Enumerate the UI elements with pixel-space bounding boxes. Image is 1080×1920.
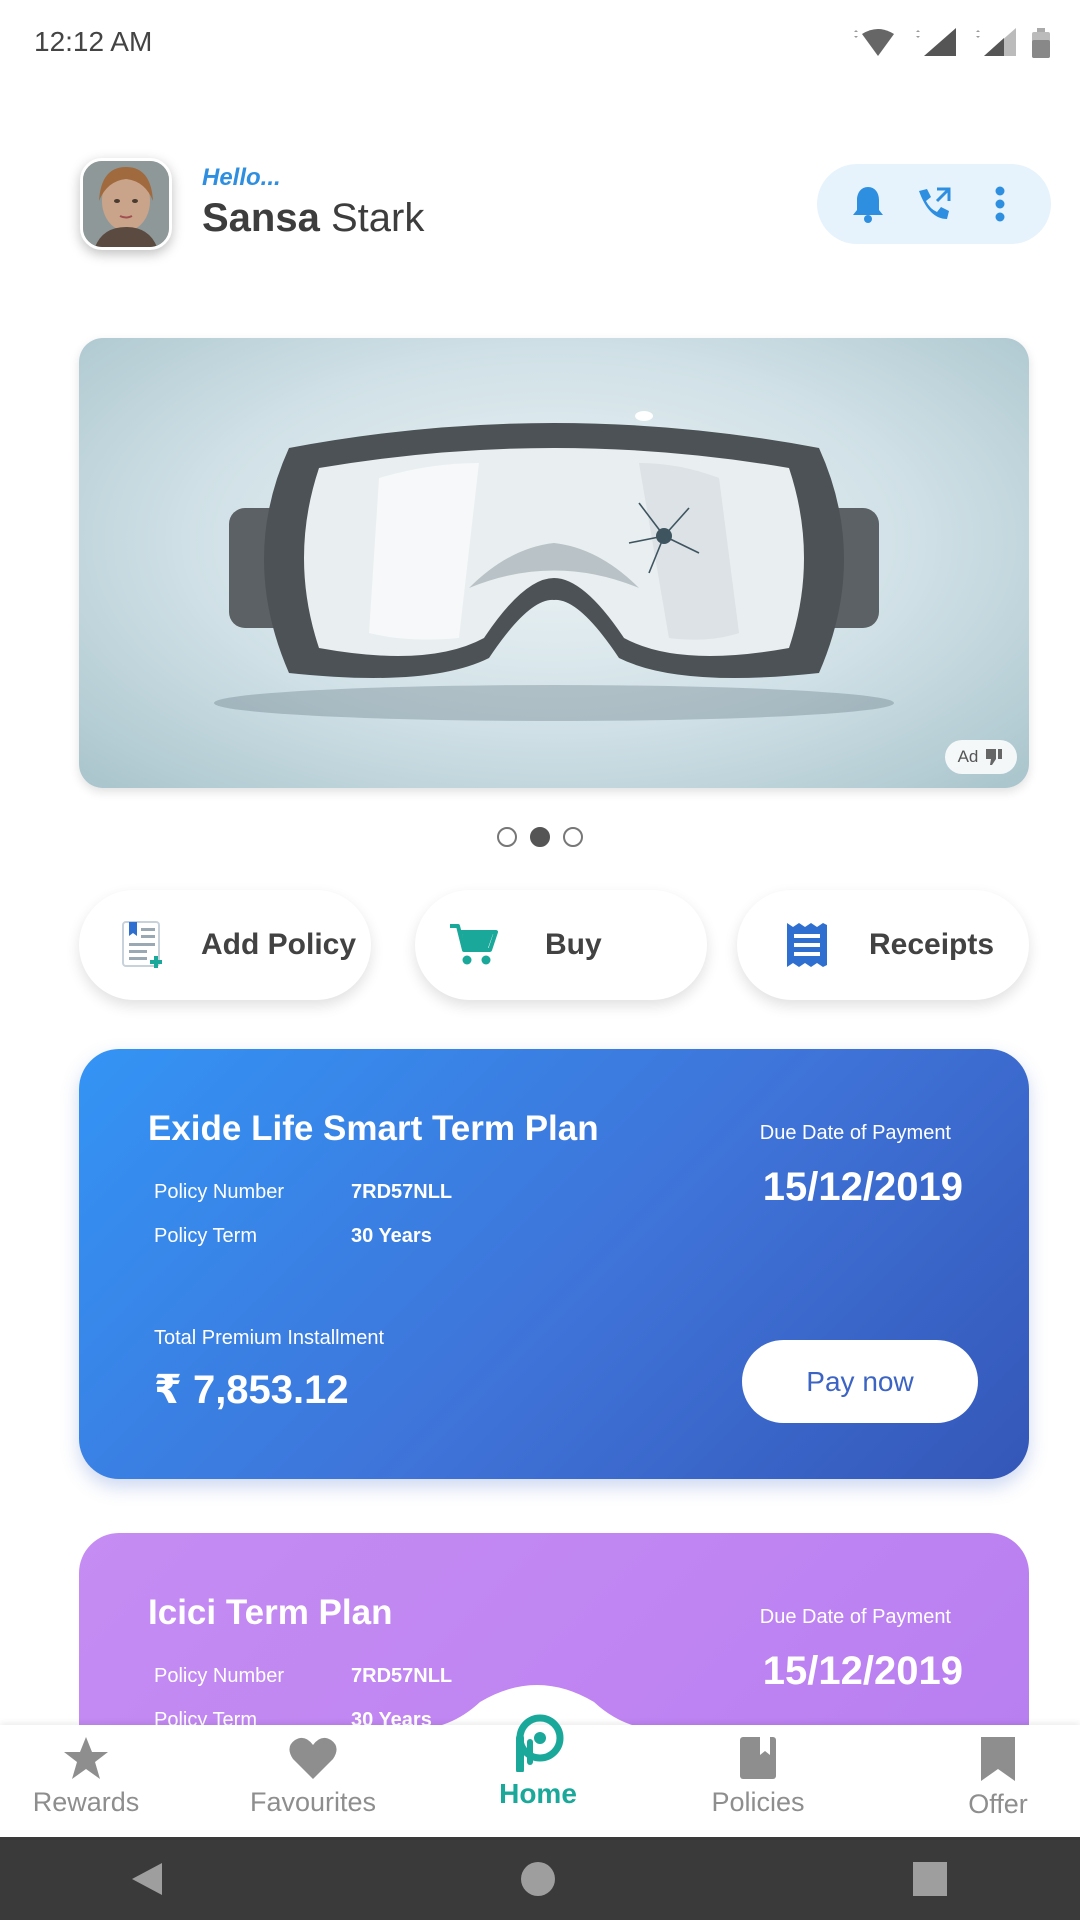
notifications-button[interactable]: [843, 179, 893, 229]
carousel-dot[interactable]: [563, 827, 583, 847]
add-document-icon: [115, 917, 171, 973]
ad-label: Ad: [957, 747, 979, 766]
user-name: Sansa Stark: [202, 196, 424, 241]
carousel-dot-active[interactable]: [530, 827, 550, 847]
policy-card[interactable]: Exide Life Smart Term Plan Policy Number…: [79, 1049, 1029, 1479]
receipt-icon: [779, 917, 835, 973]
bookmark-icon: [981, 1737, 1015, 1781]
policy-number-label: Policy Number: [154, 1181, 285, 1203]
status-bar: 12:12 AM: [0, 0, 1080, 88]
user-last-name: Stark: [330, 196, 425, 240]
due-date-label: Due Date of Payment: [759, 1606, 951, 1628]
back-icon[interactable]: [130, 1861, 164, 1897]
system-navigation-bar: [0, 1837, 1080, 1920]
cart-icon: [445, 917, 501, 973]
total-premium-amount: ₹ 7,853.12: [154, 1368, 349, 1412]
header-actions: [817, 164, 1051, 244]
status-time: 12:12 AM: [34, 26, 153, 57]
pay-now-button[interactable]: Pay now: [742, 1340, 978, 1423]
carousel-indicator: [497, 827, 583, 847]
nav-favourites[interactable]: Favourites: [240, 1735, 386, 1818]
home-logo-icon: [516, 1714, 564, 1772]
wifi-icon: [854, 29, 894, 56]
book-icon: [740, 1737, 776, 1779]
add-policy-label: Add Policy: [201, 928, 357, 961]
home-screen: 12:12 AM Hello... Sansa Stark Ad Add Pol…: [0, 0, 1080, 1920]
policy-title: Icici Term Plan: [148, 1593, 393, 1632]
signal-icon: [916, 28, 956, 56]
total-premium-label: Total Premium Installment: [154, 1327, 385, 1349]
add-policy-button[interactable]: Add Policy: [79, 890, 371, 1000]
nav-home[interactable]: Home: [488, 1712, 588, 1810]
thumbs-down-icon: [986, 749, 1003, 765]
more-vert-icon: [995, 186, 1005, 222]
more-options-button[interactable]: [975, 179, 1025, 229]
avatar-photo: [83, 161, 169, 247]
nav-rewards[interactable]: Rewards: [28, 1735, 144, 1818]
policy-term-label: Policy Term: [154, 1225, 257, 1247]
bell-icon: [853, 187, 883, 223]
policy-number-value: 7RD57NLL: [351, 1181, 453, 1203]
receipts-label: Receipts: [869, 928, 995, 961]
buy-button[interactable]: Buy: [415, 890, 707, 1000]
nav-offer-label: Offer: [968, 1789, 1028, 1819]
recents-icon[interactable]: [912, 1861, 948, 1897]
goggles-image: [214, 411, 894, 721]
signal-icon-2: [976, 28, 1016, 56]
home-circle-icon[interactable]: [520, 1861, 556, 1897]
phone-icon: [919, 187, 951, 219]
policy-title: Exide Life Smart Term Plan: [148, 1109, 599, 1148]
policy-term-value: 30 Years: [351, 1225, 432, 1247]
due-date-value: 15/12/2019: [762, 1165, 963, 1209]
nav-offer[interactable]: Offer: [950, 1735, 1046, 1820]
call-button[interactable]: [909, 179, 959, 229]
nav-favourites-label: Favourites: [249, 1787, 377, 1817]
battery-icon: [1032, 28, 1050, 58]
status-icons: [848, 28, 1050, 58]
star-icon: [64, 1737, 108, 1779]
nav-policies-label: Policies: [711, 1787, 805, 1817]
nav-home-label: Home: [499, 1778, 577, 1809]
heart-icon: [289, 1737, 337, 1779]
ad-banner[interactable]: Ad: [79, 338, 1029, 788]
avatar[interactable]: [80, 158, 172, 250]
user-first-name: Sansa: [202, 196, 320, 240]
buy-label: Buy: [545, 928, 602, 961]
ad-badge[interactable]: Ad: [945, 740, 1017, 774]
greeting-text: Hello...: [202, 164, 281, 191]
nav-rewards-label: Rewards: [32, 1787, 140, 1817]
nav-policies[interactable]: Policies: [700, 1735, 816, 1818]
receipts-button[interactable]: Receipts: [737, 890, 1029, 1000]
due-date-label: Due Date of Payment: [759, 1122, 951, 1144]
carousel-dot[interactable]: [497, 827, 517, 847]
